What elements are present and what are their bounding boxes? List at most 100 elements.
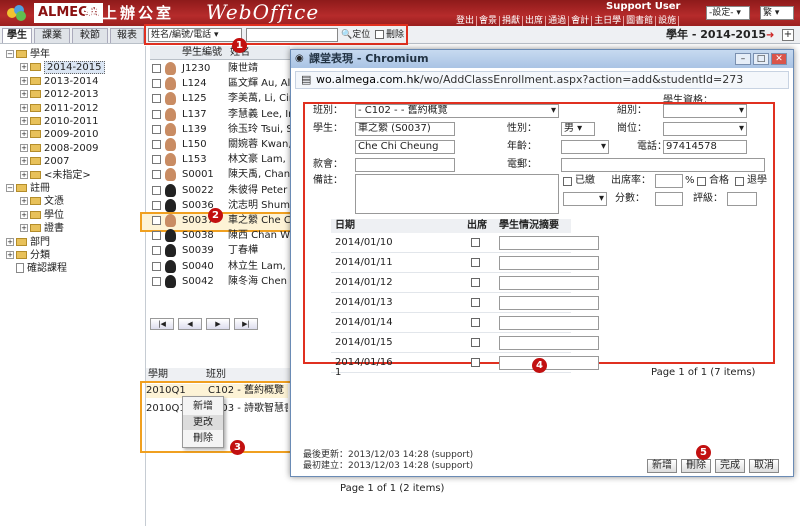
age-select[interactable]: ▾ [561, 140, 609, 154]
present-checkbox[interactable] [471, 258, 480, 267]
new-button[interactable]: 新增 [647, 459, 677, 473]
tree-node[interactable]: +2009-2010 [20, 128, 99, 141]
score-field[interactable] [655, 192, 683, 206]
tab-courses[interactable]: 課業 [34, 28, 70, 43]
present-checkbox[interactable] [471, 318, 480, 327]
last-page-button[interactable]: ▶| [234, 318, 258, 330]
phone-field[interactable]: 97414578 [663, 140, 747, 154]
class-select[interactable]: - C102 - - 舊約概覽 ▾ [355, 104, 559, 118]
tab-sessions[interactable]: 較節 [72, 28, 108, 43]
table-row[interactable]: S0001 陳天禹, Chan, A [150, 167, 290, 182]
maximize-button[interactable]: □ [753, 53, 769, 65]
tree-node[interactable]: − 學年 [6, 48, 50, 61]
tree-node[interactable]: 確認課程 [6, 262, 67, 275]
done-button[interactable]: 完成 [715, 459, 745, 473]
table-row[interactable]: L150 關婉蓉 Kwan, A [150, 137, 290, 152]
english-name-field[interactable]: Che Chi Cheung [355, 140, 455, 154]
grade-field[interactable] [727, 192, 757, 206]
notes-input[interactable] [499, 296, 599, 310]
tree-node[interactable]: + 證書 [20, 222, 64, 235]
table-row[interactable]: S0038 陳西 Chan We [150, 228, 290, 243]
row-checkbox[interactable] [152, 155, 161, 165]
tree-node[interactable]: + 分類 [6, 249, 50, 262]
close-button[interactable]: ✕ [771, 53, 787, 65]
expand-icon[interactable]: + [20, 130, 28, 139]
present-checkbox[interactable] [471, 278, 480, 287]
table-row[interactable]: S0039 丁春樺 [150, 243, 290, 258]
notes-input[interactable] [499, 236, 599, 250]
row-checkbox[interactable] [152, 185, 161, 195]
row-checkbox[interactable] [152, 109, 161, 119]
email-field[interactable] [561, 158, 765, 172]
row-checkbox[interactable] [152, 94, 161, 104]
tree-node[interactable]: +2008-2009 [20, 142, 99, 155]
row-checkbox[interactable] [152, 79, 161, 89]
add-button[interactable]: + [782, 29, 794, 41]
tree-node[interactable]: +2011-2012 [20, 102, 99, 115]
tree-node[interactable]: +2013-2014 [20, 75, 99, 88]
table-row[interactable]: S0042 陳冬海 Chen T [150, 274, 290, 289]
table-row[interactable]: L153 林文豪 Lam, M [150, 152, 290, 167]
arrow-right-icon[interactable]: ➜ [766, 30, 774, 41]
attendance-rate-field[interactable] [655, 174, 683, 188]
tree-node[interactable]: + 學位 [20, 209, 64, 222]
row-checkbox[interactable] [152, 261, 161, 271]
tab-reports[interactable]: 報表 [110, 28, 144, 43]
expand-icon[interactable]: + [20, 143, 28, 152]
table-row[interactable]: J1230 陳世靖 [150, 61, 290, 76]
expand-icon[interactable]: + [20, 157, 28, 166]
prev-page-button[interactable]: ◀ [178, 318, 202, 330]
delete-button[interactable]: 刪除 [681, 459, 711, 473]
tree-node[interactable]: +2012-2013 [20, 88, 99, 101]
expand-icon[interactable]: + [20, 210, 28, 219]
next-page-button[interactable]: ▶ [206, 318, 230, 330]
expand-icon[interactable]: + [20, 90, 28, 99]
notes-input[interactable] [499, 336, 599, 350]
row-checkbox[interactable] [152, 246, 161, 256]
table-row[interactable]: L139 徐玉玲 Tsui, Su [150, 122, 290, 137]
language-select[interactable]: 繁 ▾ [760, 6, 794, 20]
row-checkbox[interactable] [152, 124, 161, 134]
top-link[interactable]: 出席 [523, 16, 547, 26]
collapse-icon[interactable]: − [6, 184, 14, 192]
completed-select[interactable]: ▾ [563, 192, 607, 206]
tree-node[interactable]: + <未指定> [20, 169, 91, 182]
tree-node[interactable]: − 註冊 [6, 182, 50, 195]
tree-node[interactable]: +2007 [20, 155, 69, 168]
tree-node[interactable]: + 部門 [6, 236, 50, 249]
context-edit[interactable]: 更改 [183, 415, 223, 430]
completed-checkbox[interactable] [563, 177, 572, 186]
fee-field[interactable] [355, 158, 455, 172]
expand-icon[interactable]: + [20, 63, 28, 72]
expand-icon[interactable]: + [6, 251, 14, 259]
row-checkbox[interactable] [152, 231, 161, 241]
cancel-button[interactable]: 取消 [749, 459, 779, 473]
top-link[interactable]: 通過 [546, 16, 570, 26]
notes-input[interactable] [499, 276, 599, 290]
top-link[interactable]: 設施 [656, 16, 680, 26]
top-link[interactable]: 捐獻 [500, 16, 524, 26]
row-checkbox[interactable] [152, 216, 161, 225]
position-select[interactable]: ▾ [663, 122, 747, 136]
table-row[interactable]: S0040 林立生 Lam, La [150, 259, 290, 274]
address-bar[interactable]: ▤ wo.almega.com.hk/wo/AddClassEnrollment… [295, 71, 789, 89]
group-select[interactable]: ▾ [663, 104, 747, 118]
settings-select[interactable]: -設定- ▾ [706, 6, 750, 20]
context-delete[interactable]: 刪除 [183, 431, 223, 446]
table-row[interactable]: L125 李美萬, Li, Cind [150, 91, 290, 106]
table-row[interactable]: L137 李慧義 Lee, Iris [150, 107, 290, 122]
tab-students[interactable]: 學生 [2, 28, 32, 43]
notes-input[interactable] [499, 256, 599, 270]
expand-icon[interactable]: + [6, 237, 14, 246]
withdraw-checkbox[interactable] [735, 177, 744, 186]
present-checkbox[interactable] [471, 238, 480, 247]
first-page-button[interactable]: |◀ [150, 318, 174, 330]
tree-node[interactable]: +2010-2011 [20, 115, 99, 128]
row-checkbox[interactable] [152, 140, 161, 149]
top-link[interactable]: 會計 [569, 16, 593, 26]
pass-checkbox[interactable] [697, 177, 706, 186]
student-field[interactable]: 車之縈 (S0037) [355, 122, 455, 136]
context-add[interactable]: 新增 [183, 399, 223, 414]
top-link[interactable]: 會景 [477, 16, 501, 26]
remarks-textarea[interactable] [355, 174, 559, 214]
